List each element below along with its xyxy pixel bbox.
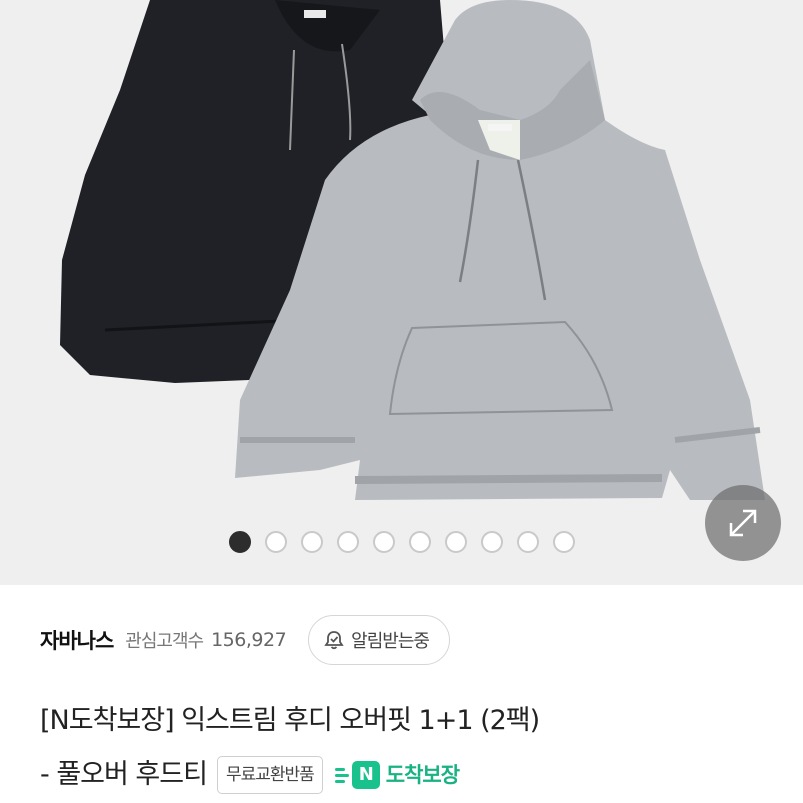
speed-lines-icon (334, 765, 349, 786)
product-image-gallery[interactable] (0, 0, 803, 585)
expand-image-button[interactable] (705, 485, 781, 561)
carousel-dot[interactable] (409, 531, 431, 553)
product-title-text-continued: - 풀오버 후드티 (40, 759, 208, 790)
carousel-dot[interactable] (301, 531, 323, 553)
product-title-line: [N도착보장] 익스트림 후디 오버핏 1+1 (2팩) (40, 694, 780, 748)
free-return-badge[interactable]: 무료교환반품 (216, 756, 323, 794)
product-image[interactable] (0, 0, 803, 585)
carousel-dot[interactable] (445, 531, 467, 553)
followers-label: 관심고객수 (125, 631, 204, 652)
alarm-button[interactable]: 알림받는중 (308, 615, 450, 665)
arrival-guarantee-label: 도착보장 (385, 762, 460, 787)
n-delivery-icon: N (351, 761, 380, 789)
followers-count: 156,927 (211, 629, 287, 651)
carousel-dot[interactable] (373, 531, 395, 553)
arrival-guarantee-badge[interactable]: N 도착보장 (334, 761, 460, 789)
carousel-dot[interactable] (481, 531, 503, 553)
carousel-dot[interactable] (337, 531, 359, 553)
bell-icon (324, 631, 344, 650)
store-info: 자바나스 관심고객수 156,927 알림받는중 (40, 614, 780, 666)
carousel-dot[interactable] (517, 531, 539, 553)
carousel-dot[interactable] (553, 531, 575, 553)
product-title-line: - 풀오버 후드티 무료교환반품 N 도착보장 (40, 748, 780, 802)
product-title: [N도착보장] 익스트림 후디 오버핏 1+1 (2팩) - 풀오버 후드티 무… (40, 694, 780, 802)
alarm-label: 알림받는중 (351, 631, 430, 652)
carousel-dot[interactable] (265, 531, 287, 553)
expand-arrows-icon (729, 509, 757, 537)
carousel-dot-active[interactable] (229, 531, 251, 553)
product-title-text: [N도착보장] 익스트림 후디 오버핏 1+1 (2팩) (40, 705, 540, 736)
store-name[interactable]: 자바나스 (40, 625, 114, 655)
carousel-indicator (229, 531, 575, 553)
